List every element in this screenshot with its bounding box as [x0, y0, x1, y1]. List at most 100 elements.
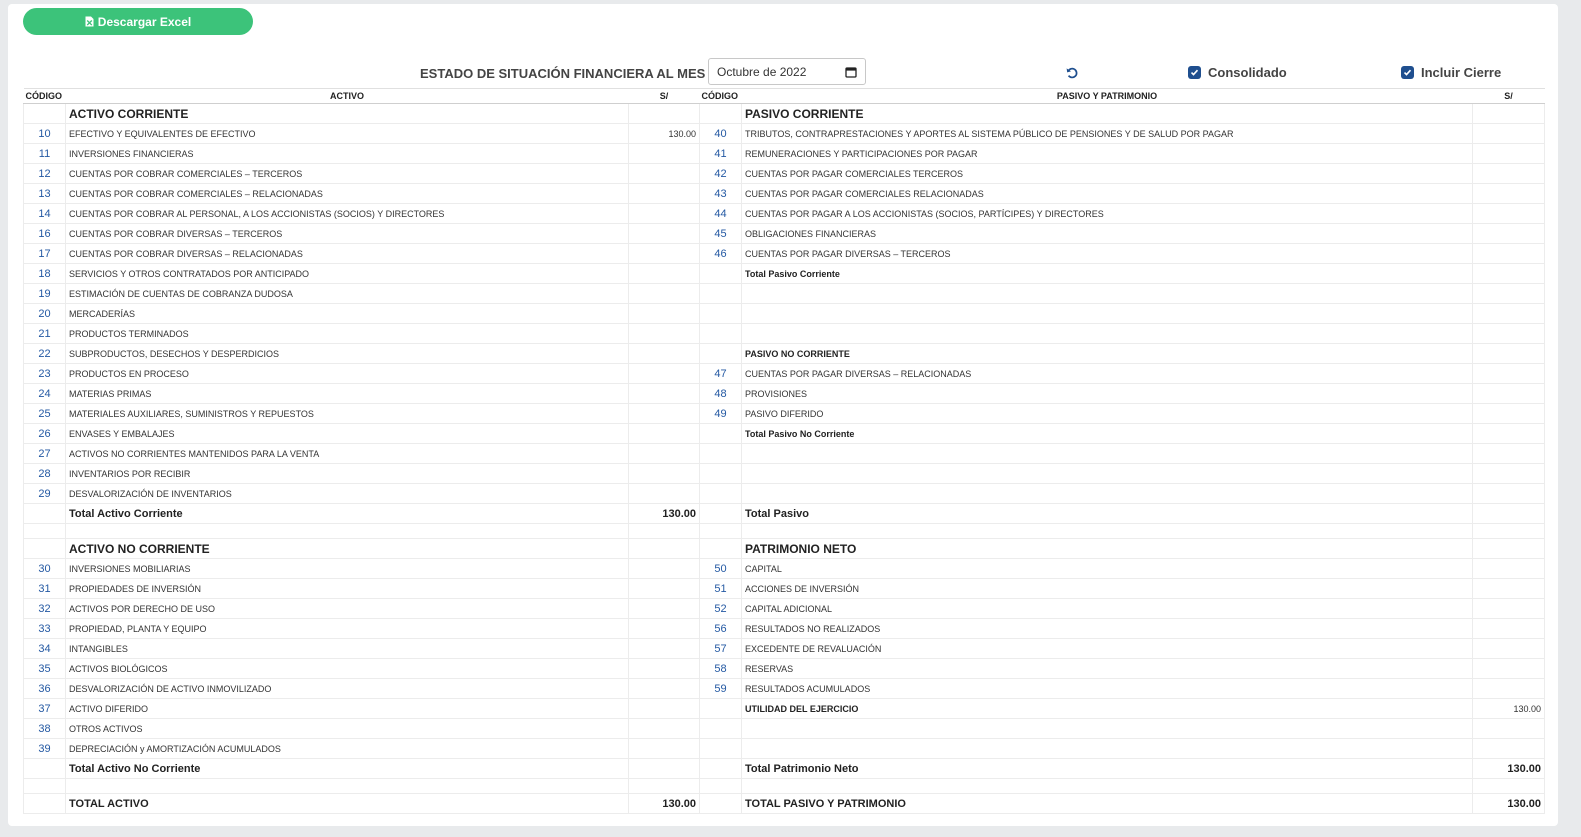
account-amount: [628, 283, 700, 304]
header-codigo-activo: CÓDIGO: [23, 88, 66, 104]
account-code: 10: [23, 123, 66, 144]
account-amount: 130.00: [628, 793, 700, 814]
account-code: 18: [23, 263, 66, 284]
account-amount: [628, 263, 700, 284]
account-amount: [628, 463, 700, 484]
account-amount: [1472, 598, 1545, 619]
account-name: DEPRECIACIÓN y AMORTIZACIÓN ACUMULADOS: [65, 738, 629, 759]
account-name: CUENTAS POR PAGAR COMERCIALES RELACIONAD…: [741, 183, 1473, 204]
account-name: Total Activo Corriente: [65, 503, 629, 524]
account-amount: [628, 383, 700, 404]
account-amount: [628, 618, 700, 639]
account-amount: [1472, 558, 1545, 579]
account-amount: [1472, 383, 1545, 404]
table-row: [23, 778, 1545, 794]
account-code: 51: [699, 578, 742, 599]
account-code: 35: [23, 658, 66, 679]
table-row: 36 DESVALORIZACIÓN DE ACTIVO INMOVILIZADO…: [23, 678, 1545, 699]
account-name: MATERIAS PRIMAS: [65, 383, 629, 404]
account-name: CUENTAS POR COBRAR DIVERSAS – RELACIONAD…: [65, 243, 629, 264]
table-row: 37 ACTIVO DIFERIDO UTILIDAD DEL EJERCICIO 1…: [23, 698, 1545, 719]
account-amount: [1472, 423, 1545, 444]
account-code: [23, 103, 66, 124]
table-row: 29 DESVALORIZACIÓN DE INVENTARIOS: [23, 483, 1545, 504]
account-name: ACTIVO NO CORRIENTE: [65, 538, 629, 559]
table-row: Total Activo Corriente 130.00 Total Pasivo: [23, 503, 1545, 524]
account-code: 17: [23, 243, 66, 264]
account-code: 43: [699, 183, 742, 204]
account-name: CUENTAS POR PAGAR DIVERSAS – TERCEROS: [741, 243, 1473, 264]
account-amount: [1472, 403, 1545, 424]
account-amount: [1472, 718, 1545, 739]
account-amount: [1472, 343, 1545, 364]
account-name: PASIVO CORRIENTE: [741, 103, 1473, 124]
table-row: ACTIVO NO CORRIENTE PATRIMONIO NETO: [23, 538, 1545, 559]
account-name: Total Patrimonio Neto: [741, 758, 1473, 779]
table-row: 30 INVERSIONES MOBILIARIAS 50 CAPITAL: [23, 558, 1545, 579]
account-name: INVERSIONES MOBILIARIAS: [65, 558, 629, 579]
account-name: INVENTARIOS POR RECIBIR: [65, 463, 629, 484]
account-name: CAPITAL: [741, 558, 1473, 579]
account-amount: [628, 483, 700, 504]
account-code: 46: [699, 243, 742, 264]
account-name: TOTAL ACTIVO: [65, 793, 629, 814]
account-amount: [1472, 578, 1545, 599]
table-row: 14 CUENTAS POR COBRAR AL PERSONAL, A LOS …: [23, 203, 1545, 224]
incluir-cierre-checkbox[interactable]: Incluir Cierre: [1401, 65, 1501, 80]
account-name: PASIVO NO CORRIENTE: [741, 343, 1473, 364]
account-code: 30: [23, 558, 66, 579]
account-name: CAPITAL ADICIONAL: [741, 598, 1473, 619]
account-amount: [628, 538, 700, 559]
account-name: DESVALORIZACIÓN DE ACTIVO INMOVILIZADO: [65, 678, 629, 699]
account-name: RESULTADOS NO REALIZADOS: [741, 618, 1473, 639]
account-name: ACTIVO DIFERIDO: [65, 698, 629, 719]
account-code: 56: [699, 618, 742, 639]
account-code: [699, 443, 742, 464]
account-amount: [628, 363, 700, 384]
table-header-row: CÓDIGO ACTIVO S/ CÓDIGO PASIVO Y PATRIMO…: [23, 88, 1545, 104]
table-row: 21 PRODUCTOS TERMINADOS: [23, 323, 1545, 344]
account-code: 42: [699, 163, 742, 184]
account-code: 37: [23, 698, 66, 719]
table-row: 16 CUENTAS POR COBRAR DIVERSAS – TERCEROS…: [23, 223, 1545, 244]
account-code: [699, 263, 742, 284]
account-amount: [628, 443, 700, 464]
download-excel-button[interactable]: Descargar Excel: [23, 8, 253, 35]
consolidado-checkbox[interactable]: Consolidado: [1188, 65, 1287, 80]
calendar-icon[interactable]: [845, 66, 857, 78]
account-code: 50: [699, 558, 742, 579]
report-toolbar: ESTADO DE SITUACIÓN FINANCIERA AL MES DE…: [8, 56, 1558, 88]
balance-sheet-table: CÓDIGO ACTIVO S/ CÓDIGO PASIVO Y PATRIMO…: [23, 88, 1545, 814]
account-amount: [1472, 203, 1545, 224]
account-name: RESULTADOS ACUMULADOS: [741, 678, 1473, 699]
account-name: ACTIVO CORRIENTE: [65, 103, 629, 124]
account-name: SUBPRODUCTOS, DESECHOS Y DESPERDICIOS: [65, 343, 629, 364]
account-code: 44: [699, 203, 742, 224]
account-amount: [628, 103, 700, 124]
account-code: 32: [23, 598, 66, 619]
account-amount: [628, 758, 700, 779]
account-amount: [1472, 323, 1545, 344]
account-name: CUENTAS POR PAGAR COMERCIALES TERCEROS: [741, 163, 1473, 184]
header-pasivo: PASIVO Y PATRIMONIO: [741, 88, 1473, 104]
table-row: 20 MERCADERÍAS: [23, 303, 1545, 324]
checkbox-checked-icon[interactable]: [1188, 66, 1201, 79]
account-amount: 130.00: [1472, 793, 1545, 814]
account-name: PROVISIONES: [741, 383, 1473, 404]
account-amount: [628, 718, 700, 739]
incluir-cierre-label: Incluir Cierre: [1421, 65, 1502, 80]
account-name: PASIVO DIFERIDO: [741, 403, 1473, 424]
month-picker-input[interactable]: Octubre de 2022: [708, 58, 866, 85]
header-currency-pasivo: S/: [1472, 88, 1545, 104]
reset-icon[interactable]: [1065, 66, 1079, 80]
checkbox-checked-icon[interactable]: [1401, 66, 1414, 79]
account-code: 26: [23, 423, 66, 444]
consolidado-label: Consolidado: [1208, 65, 1287, 80]
account-code: [699, 343, 742, 364]
account-name: EXCEDENTE DE REVALUACIÓN: [741, 638, 1473, 659]
account-amount: [1472, 103, 1545, 124]
table-row: 28 INVENTARIOS POR RECIBIR: [23, 463, 1545, 484]
account-name: Total Pasivo No Corriente: [741, 423, 1473, 444]
account-name: CUENTAS POR PAGAR A LOS ACCIONISTAS (SOC…: [741, 203, 1473, 224]
account-code: 25: [23, 403, 66, 424]
